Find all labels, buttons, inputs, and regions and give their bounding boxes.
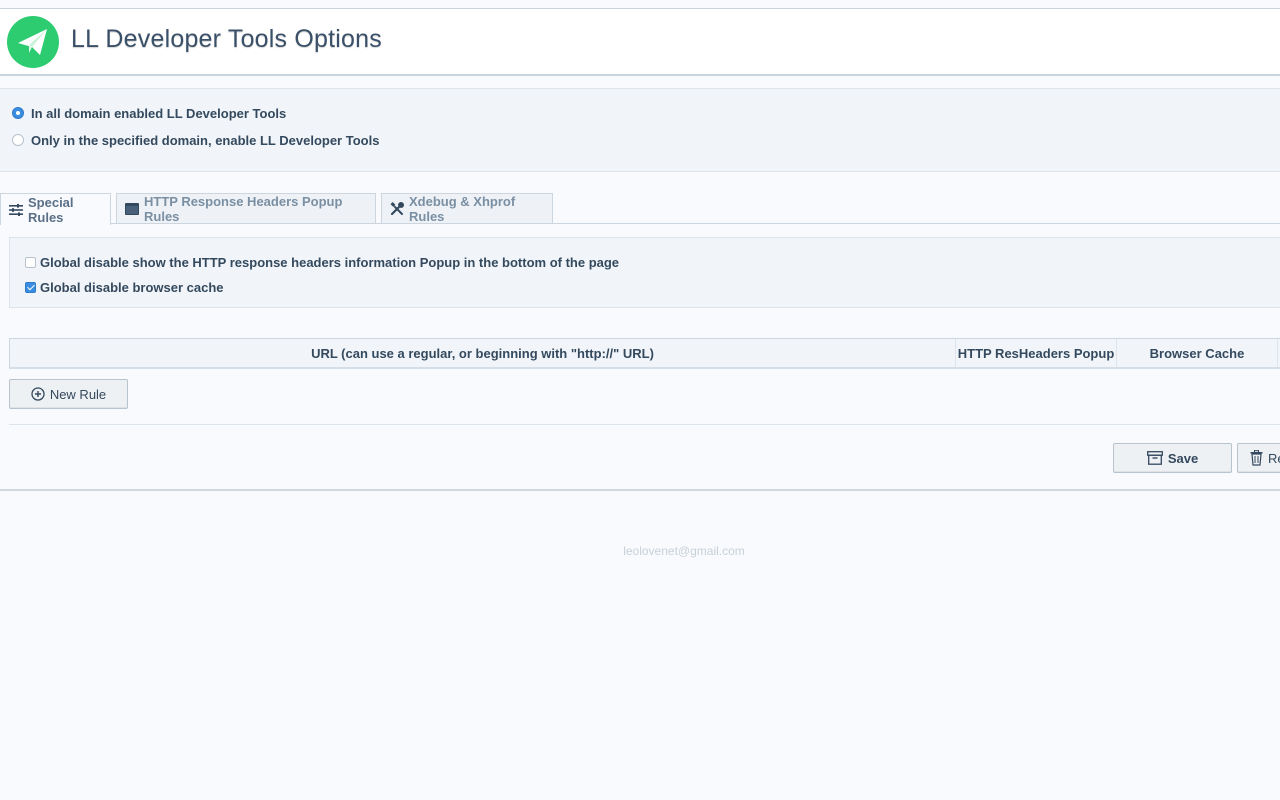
footer-email: leolovenet@gmail.com xyxy=(623,544,745,558)
plus-circle-icon xyxy=(31,387,45,401)
archive-icon xyxy=(1146,451,1163,465)
button-label: New Rule xyxy=(49,386,107,402)
checkbox[interactable] xyxy=(25,257,36,268)
page-title: LL Developer Tools Options xyxy=(71,25,382,53)
checkbox-label: Global disable show the HTTP response he… xyxy=(40,255,620,270)
radio-specified-domain[interactable]: Only in the specified domain, enable LL … xyxy=(12,131,379,149)
trash-icon xyxy=(1250,450,1263,466)
paper-plane-icon xyxy=(7,16,59,68)
page-header: LL Developer Tools Options xyxy=(0,9,1280,76)
tab-xdebug-xhprof[interactable]: Xdebug & Xhprof Rules xyxy=(381,193,553,224)
domain-mode-panel: In all domain enabled LL Developer Tools… xyxy=(0,88,1280,172)
radio-all-domains[interactable]: In all domain enabled LL Developer Tools xyxy=(12,104,286,122)
tab-http-response-headers[interactable]: HTTP Response Headers Popup Rules xyxy=(116,193,376,224)
tools-icon xyxy=(390,201,404,216)
checkbox-label: Global disable browser cache xyxy=(40,280,224,295)
special-rules-panel: Global disable show the HTTP response he… xyxy=(9,237,1280,308)
column-header-url: URL (can use a regular, or beginning wit… xyxy=(10,339,956,367)
rules-table-header: URL (can use a regular, or beginning wit… xyxy=(9,338,1280,369)
check-disable-browser-cache[interactable]: Global disable browser cache xyxy=(25,280,224,295)
column-header-resheaders-popup: HTTP ResHeaders Popup xyxy=(956,339,1117,367)
save-button[interactable]: Save xyxy=(1113,443,1232,473)
radio-label: In all domain enabled LL Developer Tools xyxy=(31,105,287,121)
new-rule-button[interactable]: New Rule xyxy=(9,379,128,409)
section-divider xyxy=(9,424,1280,425)
radio-button-checked[interactable] xyxy=(12,107,24,119)
reset-button[interactable]: Re xyxy=(1237,443,1280,473)
checkbox-checked[interactable] xyxy=(25,282,36,293)
tab-label: HTTP Response Headers Popup Rules xyxy=(144,193,343,224)
sliders-icon xyxy=(9,203,23,216)
tab-special-rules[interactable]: Special Rules xyxy=(0,193,111,225)
check-disable-headers-popup[interactable]: Global disable show the HTTP response he… xyxy=(25,255,619,270)
button-label: Save xyxy=(1167,450,1199,466)
radio-button[interactable] xyxy=(12,134,24,146)
tab-label: Xdebug & Xhprof Rules xyxy=(409,193,516,224)
radio-label: Only in the specified domain, enable LL … xyxy=(31,132,380,148)
column-header-browser-cache: Browser Cache xyxy=(1117,339,1278,367)
button-label: Re xyxy=(1268,450,1280,466)
content-bottom-border xyxy=(0,489,1280,491)
tab-label: Special Rules xyxy=(28,194,74,225)
window-icon xyxy=(125,202,139,215)
